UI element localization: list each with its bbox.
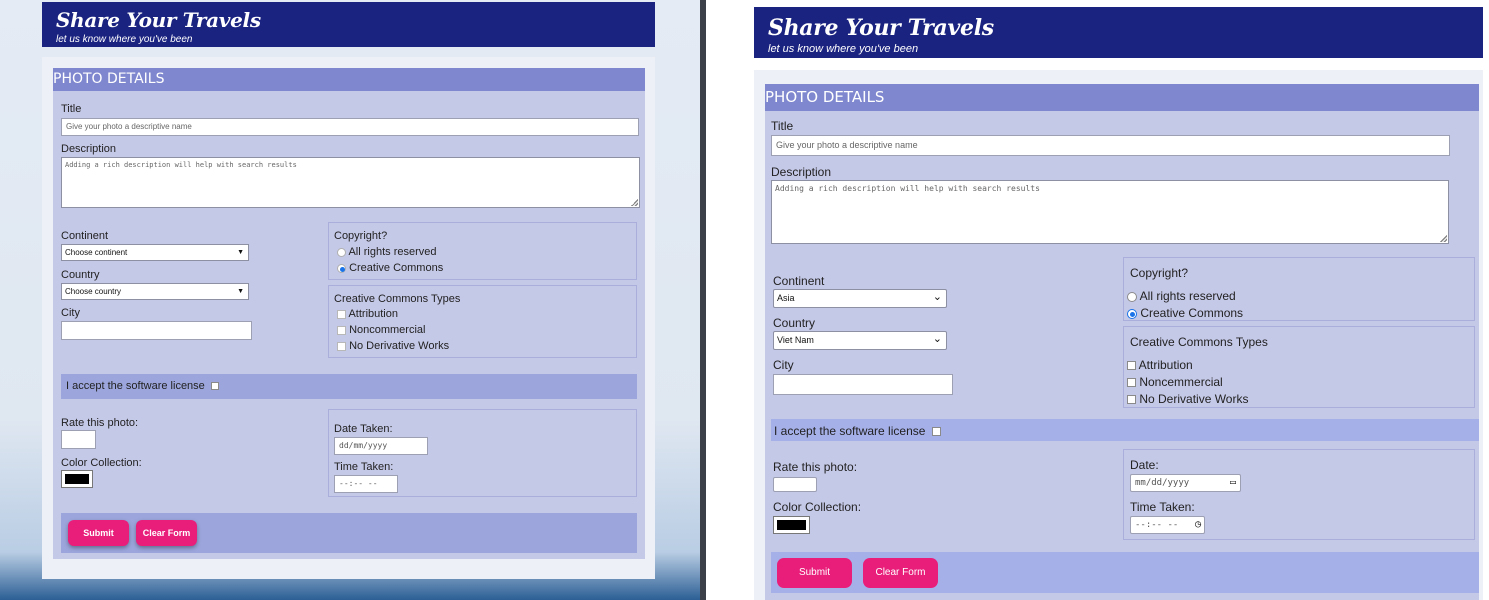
chevron-down-icon: ⌄ [932, 333, 942, 345]
photo-details-header: PHOTO DETAILS [53, 68, 645, 91]
description-placeholder: Adding a rich description will help with… [65, 161, 297, 169]
copyright-legend: Copyright? [1130, 266, 1189, 280]
license-checkbox[interactable] [210, 382, 219, 391]
description-label: Description [771, 165, 832, 179]
checkbox[interactable] [1127, 361, 1136, 371]
checkbox[interactable] [1127, 378, 1136, 388]
license-label: I accept the software license [66, 380, 205, 392]
chevron-down-icon: ⌄ [932, 291, 942, 303]
rate-label: Rate this photo: [61, 417, 139, 429]
cc-option-attribution[interactable]: Attribution [1127, 358, 1193, 372]
date-placeholder: mm/dd/yyyy [1135, 478, 1190, 488]
clock-icon[interactable]: ◷ [1195, 517, 1201, 533]
cc-types-legend: Creative Commons Types [334, 293, 461, 305]
country-label: Country [61, 269, 100, 281]
description-placeholder: Adding a rich description will help with… [775, 184, 1040, 193]
radio-button[interactable] [1127, 291, 1137, 302]
description-label: Description [61, 143, 117, 155]
city-label: City [61, 307, 80, 319]
title-input[interactable]: Give your photo a descriptive name [771, 135, 1450, 156]
checkbox[interactable] [337, 341, 346, 351]
site-banner: Share Your Travels let us know where you… [754, 7, 1483, 58]
copyright-option-creative-commons[interactable]: Creative Commons [1127, 306, 1243, 320]
description-textarea[interactable]: Adding a rich description will help with… [61, 157, 640, 208]
continent-label: Continent [773, 274, 825, 288]
license-checkbox-row[interactable]: I accept the software license [774, 424, 941, 438]
clear-form-button[interactable]: Clear Form [136, 520, 197, 546]
license-label: I accept the software license [774, 424, 926, 438]
left-browser-view: Share Your Travels let us know where you… [0, 0, 700, 600]
date-label: Date Taken: [334, 423, 393, 435]
license-checkbox-row[interactable]: I accept the software license [66, 380, 219, 392]
color-label: Color Collection: [61, 457, 142, 469]
right-browser-view: Share Your Travels let us know where you… [706, 0, 1489, 600]
country-select[interactable]: Viet Nam ⌄ [773, 331, 947, 350]
city-input[interactable] [773, 374, 953, 395]
time-placeholder: --:-- -- [1135, 520, 1179, 530]
site-logo[interactable]: Share Your Travels [56, 8, 261, 32]
country-selected-value: Viet Nam [777, 335, 814, 345]
city-input[interactable] [61, 321, 252, 340]
country-selected-value: Choose country [65, 287, 122, 296]
rate-input[interactable] [773, 477, 817, 492]
time-input[interactable]: --:-- -- ◷ [1130, 516, 1205, 534]
title-label: Title [771, 119, 794, 133]
rate-input[interactable] [61, 430, 96, 449]
radio-button-selected[interactable] [337, 263, 346, 273]
continent-selected-value: Choose continent [65, 248, 128, 257]
resize-grip-icon[interactable] [631, 199, 638, 206]
city-label: City [773, 358, 794, 372]
resize-grip-icon[interactable] [1440, 235, 1447, 242]
site-tagline: let us know where you've been [56, 34, 193, 45]
time-label: Time Taken: [334, 461, 394, 473]
clear-form-button[interactable]: Clear Form [863, 558, 938, 588]
time-input[interactable]: --:-- -- [334, 475, 398, 493]
checkbox[interactable] [337, 309, 346, 319]
color-swatch [65, 474, 89, 484]
date-input[interactable]: dd/mm/yyyy [334, 437, 428, 455]
site-logo[interactable]: Share Your Travels [768, 15, 994, 41]
cc-option-no-derivative[interactable]: No Derivative Works [337, 340, 449, 352]
site-tagline: let us know where you've been [768, 43, 919, 55]
checkbox[interactable] [1127, 395, 1136, 405]
copyright-option-creative-commons[interactable]: Creative Commons [337, 262, 443, 274]
color-label: Color Collection: [773, 500, 862, 514]
country-label: Country [773, 316, 816, 330]
color-picker[interactable] [773, 516, 810, 534]
calendar-icon[interactable]: ▭ [1230, 475, 1236, 491]
continent-selected-value: Asia [777, 293, 795, 303]
copyright-legend: Copyright? [334, 230, 388, 242]
color-picker[interactable] [61, 470, 93, 488]
rate-label: Rate this photo: [773, 460, 858, 474]
radio-button[interactable] [337, 247, 346, 257]
cc-option-noncommercial[interactable]: Noncemmercial [1127, 375, 1223, 389]
cc-option-attribution[interactable]: Attribution [337, 308, 398, 320]
license-checkbox[interactable] [931, 427, 941, 437]
submit-button[interactable]: Submit [777, 558, 852, 588]
time-label: Time Taken: [1130, 500, 1195, 514]
title-label: Title [61, 103, 82, 115]
submit-button[interactable]: Submit [68, 520, 129, 546]
chevron-down-icon: ▼ [237, 288, 244, 295]
continent-label: Continent [61, 230, 109, 242]
country-select[interactable]: Choose country ▼ [61, 283, 249, 300]
chevron-down-icon: ▼ [237, 249, 244, 256]
description-textarea[interactable]: Adding a rich description will help with… [771, 180, 1449, 244]
cc-option-noncommercial[interactable]: Noncommercial [337, 324, 425, 336]
checkbox[interactable] [337, 325, 346, 335]
radio-button-selected[interactable] [1127, 308, 1137, 319]
date-input[interactable]: mm/dd/yyyy ▭ [1130, 474, 1241, 492]
copyright-option-all-rights[interactable]: All rights reserved [1127, 289, 1236, 303]
color-swatch [777, 520, 806, 530]
cc-types-legend: Creative Commons Types [1130, 335, 1268, 349]
date-label: Date: [1130, 458, 1159, 472]
cc-option-no-derivative[interactable]: No Derivative Works [1127, 392, 1248, 406]
copyright-option-all-rights[interactable]: All rights reserved [337, 246, 437, 258]
title-input[interactable]: Give your photo a descriptive name [61, 118, 639, 136]
photo-details-header: PHOTO DETAILS [765, 84, 1479, 111]
continent-select[interactable]: Asia ⌄ [773, 289, 947, 308]
site-banner: Share Your Travels let us know where you… [42, 2, 655, 47]
continent-select[interactable]: Choose continent ▼ [61, 244, 249, 261]
